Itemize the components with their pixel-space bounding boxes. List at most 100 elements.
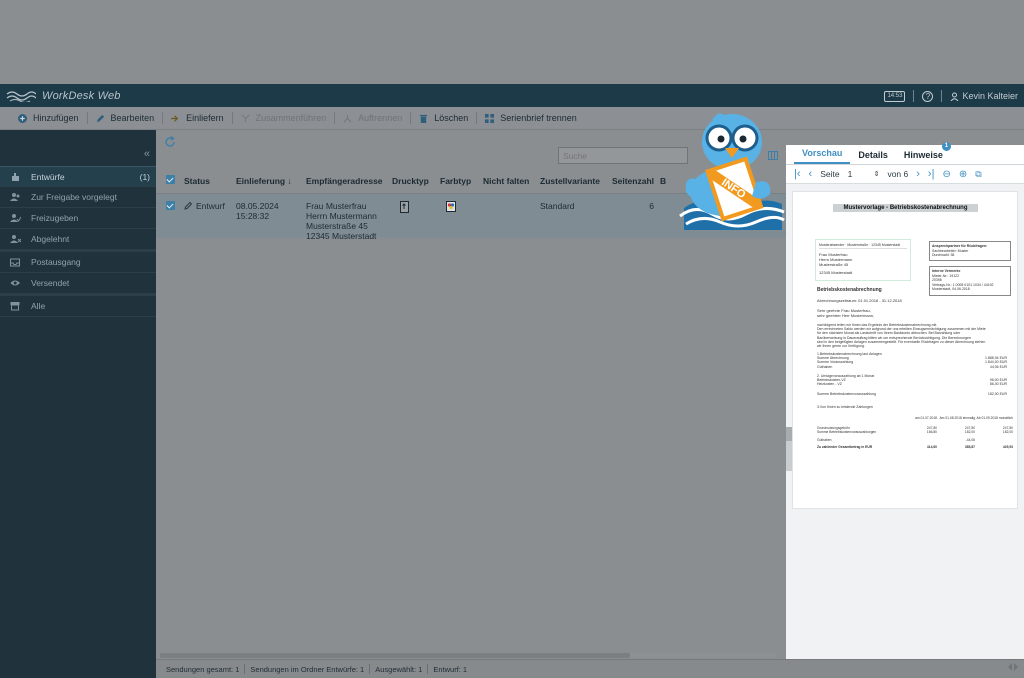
users-x-icon xyxy=(10,235,21,243)
header-divider xyxy=(941,90,943,102)
section1-value: 44,06 EUR xyxy=(989,364,1007,369)
split-button-label: Auftrennen xyxy=(358,113,403,123)
sidebar-item-postausgang[interactable]: Postausgang xyxy=(0,252,156,273)
split-serial-letter-label: Serienbrief trennen xyxy=(500,113,577,123)
doc-period: Abrechnungszeitraum: 01.01.2018 - 31.12.… xyxy=(817,298,902,303)
header-seitenzahl[interactable]: Seitenzahl xyxy=(610,176,660,186)
select-all-checkbox[interactable] xyxy=(166,175,175,184)
document-page: Mustervorlage - Betriebskostenabrechnung… xyxy=(792,191,1018,509)
add-button[interactable]: Hinzufügen xyxy=(10,107,87,130)
header-status[interactable]: Status xyxy=(184,176,236,186)
zoom-in-icon[interactable]: ⊕ xyxy=(959,169,967,180)
add-button-label: Hinzufügen xyxy=(33,113,79,123)
search-input[interactable] xyxy=(558,147,688,164)
clock-icon[interactable]: 14:53 xyxy=(884,90,906,102)
payment-table: am 01.07.2018 Am 01.08.2018 einmalig Ab … xyxy=(817,416,1013,449)
hand-icon xyxy=(12,172,19,181)
last-page-icon[interactable]: ›| xyxy=(928,168,935,180)
status-cell: Entwurf xyxy=(184,201,236,211)
zoom-out-icon[interactable]: ⊖ xyxy=(942,169,950,180)
user-menu[interactable]: Kevin Kalteier xyxy=(950,91,1018,101)
mascot-left-pupil xyxy=(717,135,725,143)
single-sided-print-icon xyxy=(400,201,409,213)
payment-row: Guthaben -44,06 xyxy=(817,438,1013,442)
pencil-icon xyxy=(96,114,104,122)
sidebar: « Entwürfe (1) Zur Freigabe vorgelegt Fr… xyxy=(0,130,156,678)
sidebar-item-zur-freigabe[interactable]: Zur Freigabe vorgelegt xyxy=(0,187,156,208)
contact-box: Ansprechpartner für Rückfragen: Sachbear… xyxy=(929,241,1011,261)
header-nicht-falten[interactable]: Nicht falten xyxy=(483,176,540,186)
next-page-icon[interactable]: › xyxy=(916,168,920,180)
info-line: Musterstadt, 04.06.2018 xyxy=(932,287,970,291)
row-checkbox[interactable] xyxy=(166,201,175,210)
sidebar-item-entwuerfe[interactable]: Entwürfe (1) xyxy=(0,166,156,187)
merge-icon xyxy=(241,114,250,122)
first-page-icon[interactable]: |‹ xyxy=(794,168,801,180)
address-line: Frau Musterfrau xyxy=(306,201,367,211)
einlieferung-date: 08.05.2024 xyxy=(236,201,279,211)
recipient-line: 12345 Musterstadt xyxy=(819,270,853,275)
delete-button[interactable]: Löschen xyxy=(411,107,476,130)
payment-cell: 182,00 xyxy=(1002,430,1013,435)
split-button[interactable]: Auftrennen xyxy=(335,107,410,130)
header-farbtyp[interactable]: Farbtyp xyxy=(440,176,483,186)
sidebar-item-label: Freizugeben xyxy=(31,213,79,223)
open-external-icon[interactable]: ⧉ xyxy=(975,169,981,180)
prev-page-icon[interactable]: ‹ xyxy=(809,168,813,180)
status-folder: Sendungen im Ordner Entwürfe: 1 xyxy=(250,664,365,674)
tab-vorschau[interactable]: Vorschau xyxy=(794,148,851,164)
sum-vz-value: 182,00 EUR xyxy=(987,392,1007,396)
app-name: WorkDesk Web xyxy=(42,90,121,102)
tab-hinweise[interactable]: Hinweise 1 xyxy=(896,142,951,164)
app-header: WorkDesk Web 14:53 ? Kevin Kalteier xyxy=(0,84,1024,107)
users-icon xyxy=(10,193,20,201)
status-text: Entwurf xyxy=(196,201,225,211)
payment-cell: Summe Betriebskostenvorauszahlungen xyxy=(817,430,877,435)
collapse-sidebar-icon[interactable]: « xyxy=(144,148,150,160)
page-of-label: von 6 xyxy=(887,169,909,179)
grid-icon xyxy=(485,113,495,123)
horizontal-scrollbar[interactable] xyxy=(160,653,776,658)
page-stepper-icon[interactable]: ⇕ xyxy=(874,170,880,178)
sidebar-item-alle[interactable]: Alle xyxy=(0,296,156,317)
delete-button-label: Löschen xyxy=(434,113,469,123)
header-zustellvariante[interactable]: Zustellvariante xyxy=(540,176,610,186)
section2-value: 86,00 EUR xyxy=(989,382,1007,387)
user-name: Kevin Kalteier xyxy=(962,91,1018,101)
select-all-cell[interactable] xyxy=(156,175,184,186)
scrollbar-thumb[interactable] xyxy=(160,653,630,658)
users-check-icon xyxy=(10,214,21,222)
tab-details[interactable]: Details xyxy=(850,150,896,164)
header-drucktyp[interactable]: Drucktyp xyxy=(392,176,440,186)
sidebar-item-versendet[interactable]: Versendet xyxy=(0,273,156,294)
edit-button[interactable]: Bearbeiten xyxy=(88,107,163,130)
sidebar-item-count: (1) xyxy=(139,171,150,182)
refresh-icon[interactable] xyxy=(164,136,176,148)
merge-button[interactable]: Zusammenführen xyxy=(233,107,335,130)
payment-header-spacer xyxy=(817,416,899,420)
sidebar-item-abgelehnt[interactable]: Abgelehnt xyxy=(0,229,156,250)
section2-row: Heizkosten - VZ 86,00 EUR xyxy=(817,382,1007,386)
folder-nav: Entwürfe (1) Zur Freigabe vorgelegt Frei… xyxy=(0,166,156,317)
app-logo: WorkDesk Web xyxy=(6,88,121,104)
payment-cell: 414,60 xyxy=(926,444,937,449)
sidebar-item-label: Entwürfe xyxy=(31,171,65,182)
page-input[interactable]: 1 xyxy=(848,169,866,179)
sidebar-item-freizugeben[interactable]: Freizugeben xyxy=(0,208,156,229)
resize-grip-icon[interactable] xyxy=(1008,663,1018,671)
deliver-button[interactable]: Einliefern xyxy=(163,107,232,130)
header-empfaengeradresse[interactable]: Empfängeradresse xyxy=(306,176,392,186)
zustellvariante-cell: Standard xyxy=(540,201,575,211)
payment-total-row: Zu zahlender Gesamtbetrag in EUR 414,60 … xyxy=(817,445,1013,449)
help-icon[interactable]: ? xyxy=(922,90,934,102)
header-einlieferung[interactable]: Einlieferung ↓ xyxy=(236,176,306,186)
row-select-cell[interactable] xyxy=(156,201,184,212)
payment-cell: -44,06 xyxy=(965,437,975,442)
page-label: Seite xyxy=(820,169,840,179)
payment-col: Ab 01.09.2018 monatlich xyxy=(976,416,1013,420)
doc-title: Mustervorlage - Betriebskostenabrechnung xyxy=(833,204,978,212)
split-serial-letter-button[interactable]: Serienbrief trennen xyxy=(477,107,585,130)
header-b[interactable]: B xyxy=(660,176,666,186)
eye-icon xyxy=(10,280,20,286)
sender-line: Musterabsender · Musterstraße · 12345 Mu… xyxy=(819,243,907,249)
